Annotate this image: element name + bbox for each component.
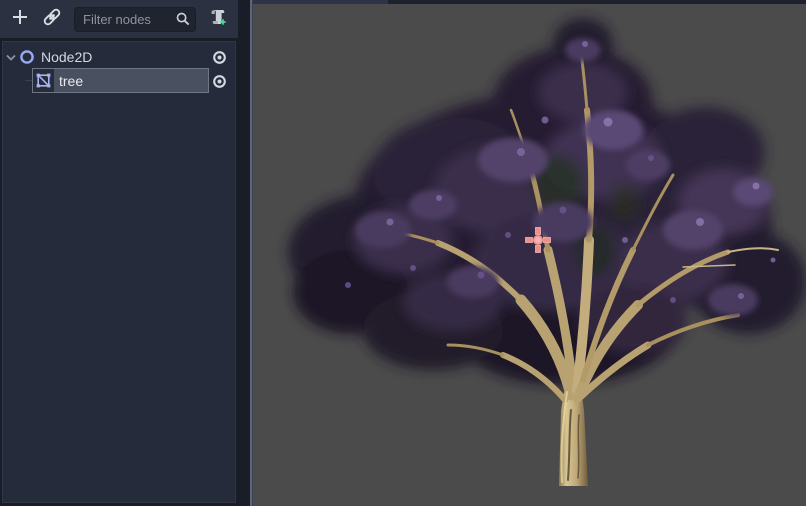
filter-nodes-field bbox=[74, 7, 196, 32]
node2d-circle-icon bbox=[19, 49, 35, 65]
tree-sprite-image bbox=[253, 0, 806, 506]
godot-editor-window: Node2D bbox=[0, 0, 806, 506]
chevron-down-icon[interactable] bbox=[3, 54, 19, 61]
scene-dock: Node2D bbox=[0, 0, 250, 506]
instance-scene-button[interactable] bbox=[38, 5, 66, 33]
tree-row-node2d[interactable]: Node2D bbox=[3, 45, 235, 69]
script-add-icon bbox=[208, 7, 228, 32]
filter-nodes-input[interactable] bbox=[74, 7, 196, 32]
scene-tree-panel: Node2D bbox=[2, 41, 236, 503]
attach-script-button[interactable] bbox=[204, 5, 232, 33]
scene-toolbar bbox=[0, 0, 238, 38]
selected-node-box[interactable]: tree bbox=[32, 68, 209, 93]
plus-icon bbox=[11, 8, 29, 31]
tree-relationship-line bbox=[25, 80, 32, 81]
add-node-button[interactable] bbox=[6, 5, 34, 33]
viewport-2d[interactable] bbox=[253, 0, 806, 506]
visibility-eye-icon[interactable] bbox=[210, 49, 228, 65]
node-label: tree bbox=[59, 73, 83, 89]
node-label: Node2D bbox=[41, 49, 235, 65]
sprite2d-icon bbox=[33, 69, 54, 92]
chain-link-icon bbox=[42, 7, 62, 32]
tree-row-tree[interactable]: tree bbox=[3, 69, 235, 93]
visibility-eye-icon[interactable] bbox=[210, 73, 228, 89]
